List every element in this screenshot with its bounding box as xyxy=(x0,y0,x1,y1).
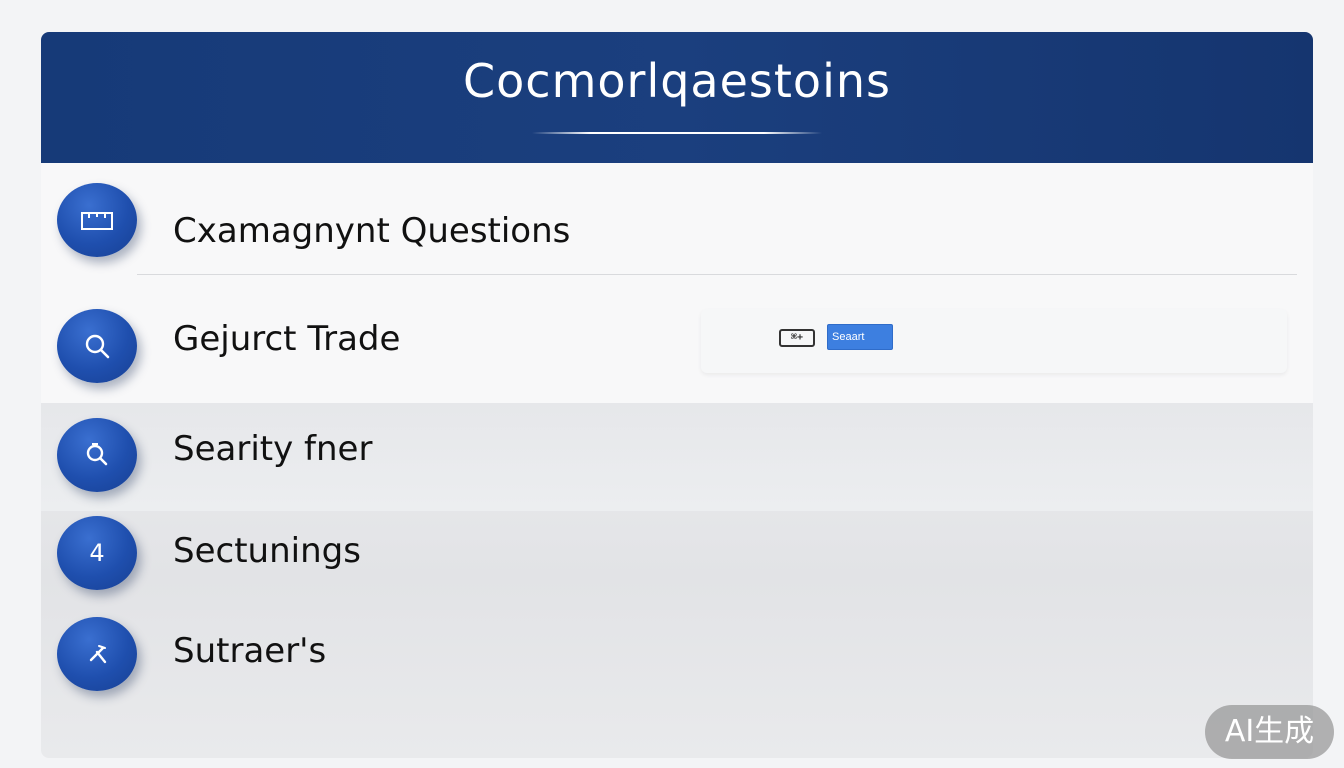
list-item[interactable]: Sutraer's xyxy=(41,611,1313,711)
search-icon xyxy=(57,309,137,383)
list-item-label: Sectunings xyxy=(173,531,361,571)
title-underline xyxy=(532,132,822,134)
ai-generated-badge: AI生成 xyxy=(1205,705,1334,759)
list-item[interactable]: Searity fner xyxy=(41,403,1313,511)
search-button[interactable]: Seaart xyxy=(827,324,893,350)
list-item[interactable]: Cxamagnynt Questions xyxy=(41,163,1313,275)
list-item-label: Gejurct Trade xyxy=(173,319,401,359)
list-item-label: Sutraer's xyxy=(173,631,327,671)
keyboard-shortcut-icon: ⌘+ xyxy=(779,329,815,347)
header-banner: Cocmorlqaestoins xyxy=(41,32,1313,163)
faq-panel: Cocmorlqaestoins Cxamagnynt Questions Ge… xyxy=(41,32,1313,758)
list-item[interactable]: Gejurct Trade ⌘+ Seaart xyxy=(41,275,1313,403)
list-item-label: Searity fner xyxy=(173,429,373,469)
search-icon xyxy=(57,418,137,492)
number-icon: 4 xyxy=(57,516,137,590)
list-item-label: Cxamagnynt Questions xyxy=(173,211,571,251)
tools-icon xyxy=(57,617,137,691)
search-bar[interactable]: ⌘+ Seaart xyxy=(701,309,1287,373)
page-title: Cocmorlqaestoins xyxy=(463,54,891,108)
briefcase-icon xyxy=(57,183,137,257)
list-item[interactable]: 4 Sectunings xyxy=(41,511,1313,611)
